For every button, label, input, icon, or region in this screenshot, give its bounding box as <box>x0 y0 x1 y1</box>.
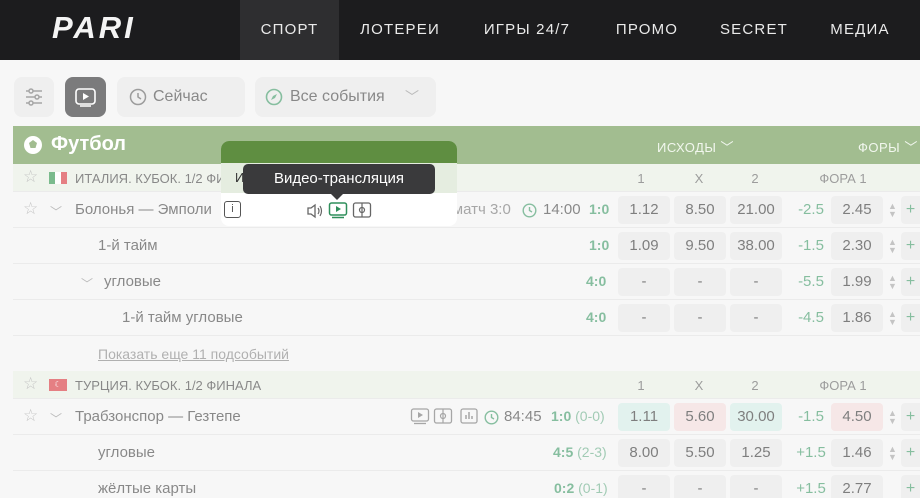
spotlight-header-strip <box>221 141 457 163</box>
nav-sport[interactable]: СПОРТ <box>240 0 339 60</box>
nav-secret[interactable]: SECRET <box>706 0 802 60</box>
sound-icon[interactable] <box>305 202 325 220</box>
match-field-icon[interactable] <box>352 201 372 219</box>
dim-overlay <box>0 60 920 498</box>
nav-lottery[interactable]: ЛОТЕРЕИ <box>345 0 455 60</box>
top-navigation-bar: PARI СПОРТ ЛОТЕРЕИ ИГРЫ 24/7 ПРОМО SECRE… <box>0 0 920 60</box>
nav-promo[interactable]: ПРОМО <box>600 0 694 60</box>
video-broadcast-tooltip: Видео-трансляция <box>243 164 435 200</box>
nav-media[interactable]: МЕДИА <box>815 0 905 60</box>
info-icon[interactable]: i <box>224 201 241 218</box>
pari-logo[interactable]: PARI <box>52 10 136 46</box>
nav-games[interactable]: ИГРЫ 24/7 <box>468 0 586 60</box>
